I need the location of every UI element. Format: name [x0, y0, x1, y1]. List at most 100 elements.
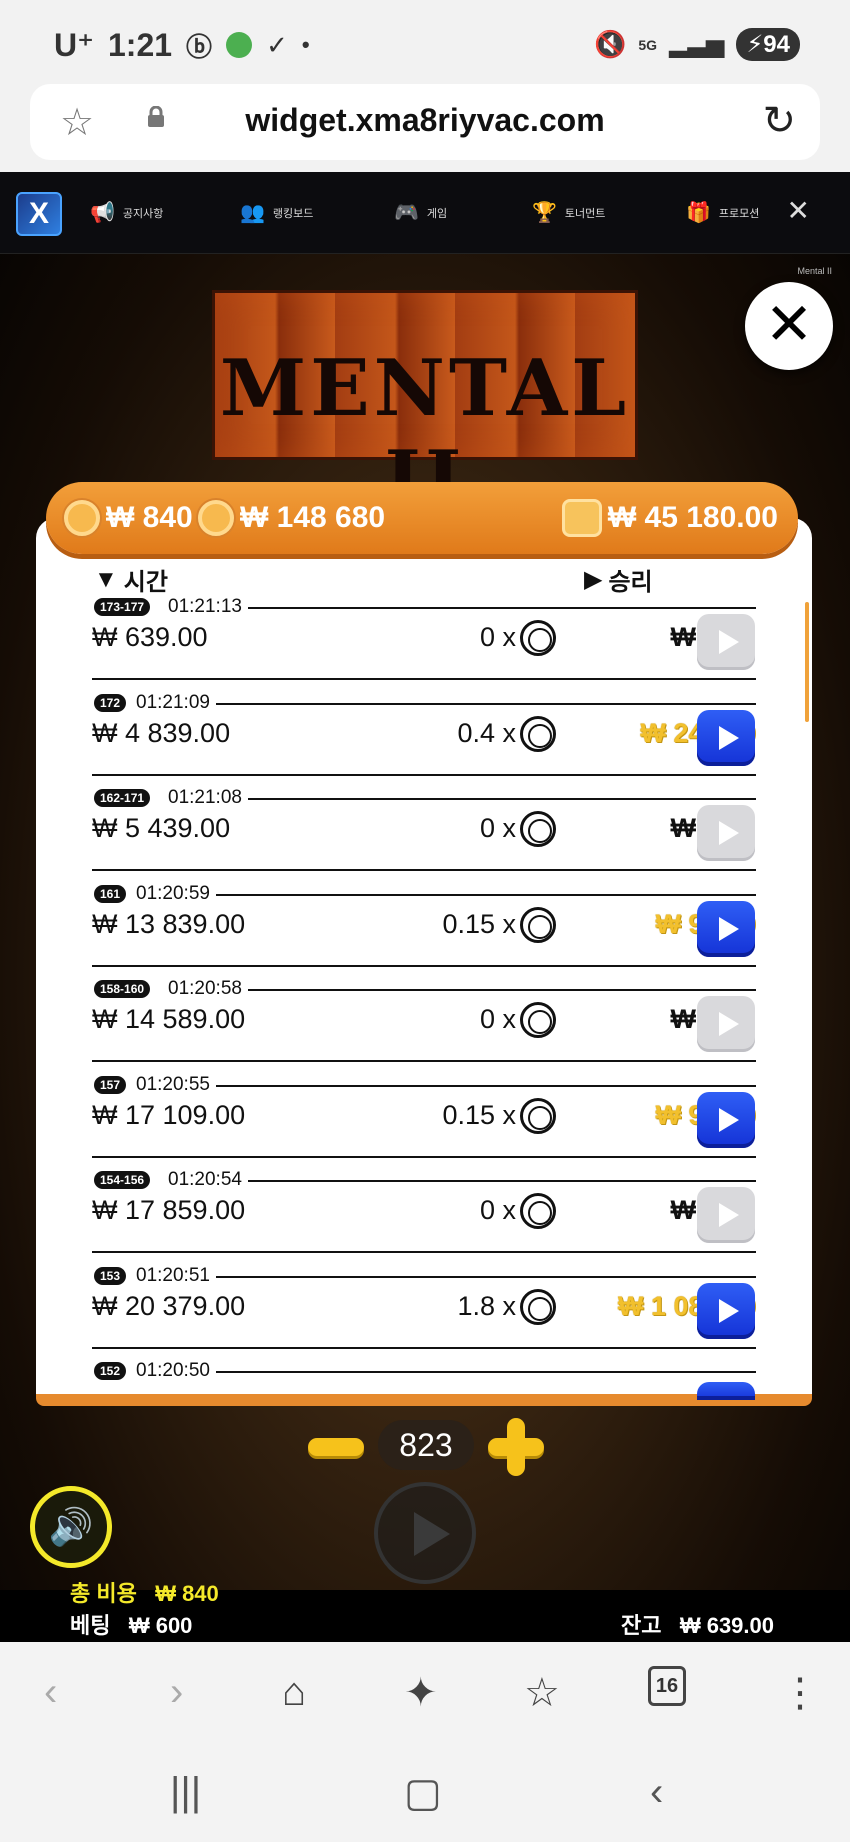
bookmarks-icon[interactable]: ☆ [524, 1670, 560, 1716]
row-divider [132, 1084, 756, 1087]
close-history-button[interactable]: ✕ [745, 282, 833, 370]
reload-icon[interactable]: ↻ [762, 98, 796, 144]
replay-button[interactable] [697, 1282, 755, 1339]
row-bet: ₩ 17 109.00 [92, 1099, 246, 1130]
round-time: 01:21:13 [164, 596, 248, 618]
round-badge: 158-160 [94, 980, 151, 998]
quantity-stepper: 823 [308, 1414, 544, 1478]
play-button[interactable] [374, 1482, 476, 1584]
coin-icon [520, 811, 556, 847]
row-separator [92, 773, 756, 776]
sound-toggle-button[interactable]: 🔊 [30, 1486, 112, 1568]
replay-button[interactable] [697, 1091, 755, 1148]
row-divider [132, 702, 756, 705]
nav-item-tournament[interactable]: 🏆 토너먼트 [532, 200, 605, 225]
replay-button[interactable] [697, 805, 755, 861]
coin-icon [520, 1288, 556, 1325]
trophy-icon: 🏆 [532, 202, 557, 224]
sparkle-icon[interactable]: ✦ [404, 1670, 438, 1716]
nav-item-promotion[interactable]: 🎁 프로모션 [686, 200, 759, 225]
total-cost: 총 비용 ₩ 840 [70, 1576, 219, 1608]
coins-total-value: ₩ 148 680 [240, 501, 386, 534]
row-divider [132, 893, 756, 896]
nav-item-label: 게임 [426, 207, 448, 220]
history-scrollbar[interactable] [805, 602, 809, 722]
replay-button[interactable] [697, 709, 755, 766]
stepper-value[interactable]: 823 [378, 1420, 474, 1470]
row-separator [92, 678, 756, 680]
forward-icon[interactable]: › [170, 1670, 183, 1715]
dot-icon: • [301, 32, 310, 57]
history-row: 16101:20:59₩ 13 839.000.15 x₩ 90.00 [92, 879, 756, 975]
system-nav-bar: ||| ▢ ‹ [0, 1746, 850, 1842]
nav-item-label: 프로모션 [718, 207, 760, 220]
round-time: 01:20:58 [164, 978, 248, 1000]
game-name-tag: Mental II [797, 266, 832, 276]
nav-item-notice[interactable]: 📢 공지사항 [90, 200, 163, 225]
row-multiplier: 0.15 x [442, 1099, 516, 1130]
bet-value: ₩ 600 [128, 1613, 193, 1638]
row-multiplier: 1.8 x [457, 1290, 516, 1321]
nav-item-label: 공지사항 [122, 207, 164, 220]
url-text[interactable]: widget.xma8riyvac.com [30, 102, 820, 139]
row-divider [164, 798, 756, 800]
row-bet: ₩ 17 859.00 [92, 1195, 246, 1225]
round-time: 01:20:55 [132, 1073, 216, 1096]
history-row: 158-16001:20:58₩ 14 589.000 x₩ 0.00 [92, 974, 756, 1070]
battery-indicator: ⚡94 [736, 28, 800, 61]
row-divider [132, 1371, 756, 1373]
gift-icon: 🎁 [686, 202, 711, 224]
round-badge: 161 [94, 884, 127, 903]
replay-button[interactable] [697, 614, 755, 670]
row-multiplier: 0 x [479, 1004, 516, 1034]
nav-item-ranking[interactable]: 👥 랭킹보드 [240, 200, 313, 225]
megaphone-icon: 📢 [90, 202, 115, 224]
carrier-label: U⁺ [54, 27, 94, 63]
tabs-button[interactable]: 16 [648, 1666, 686, 1706]
row-multiplier: 0.15 x [442, 908, 516, 939]
replay-button[interactable] [697, 1382, 755, 1400]
back-system-icon[interactable]: ‹ [650, 1770, 663, 1815]
wallet-icon [561, 499, 602, 537]
home-icon[interactable]: ⌂ [282, 1670, 306, 1715]
round-badge: 153 [94, 1266, 127, 1285]
round-time: 01:20:50 [132, 1360, 216, 1382]
nav-item-label: 랭킹보드 [272, 207, 314, 220]
more-menu-icon[interactable]: ⋮ [780, 1670, 820, 1716]
recent-apps-icon[interactable]: ||| [170, 1770, 201, 1815]
history-row: 162-17101:21:08₩ 5 439.000 x₩ 0.00 [92, 783, 756, 879]
plus-button-vertical[interactable] [507, 1418, 525, 1476]
row-separator [92, 964, 756, 967]
game-area: X 📢 공지사항 👥 랭킹보드 🎮 게임 🏆 토너먼트 🎁 프로모션 ✕ Men… [0, 172, 850, 1642]
bet-total-value: ₩ 840 [106, 501, 193, 534]
bet-label: 베팅 [70, 1613, 111, 1638]
row-bet: ₩ 13 839.00 [92, 908, 246, 939]
row-divider [164, 607, 756, 609]
url-bar[interactable]: ☆ widget.xma8riyvac.com ↻ [30, 84, 820, 160]
users-icon: 👥 [240, 202, 265, 224]
round-badge: 173-177 [94, 598, 151, 616]
round-badge: 162-171 [94, 789, 151, 807]
site-logo[interactable]: X [16, 192, 62, 236]
total-cost-value: ₩ 840 [155, 1581, 219, 1606]
row-bet: ₩ 20 379.00 [92, 1290, 246, 1321]
row-divider [132, 1275, 756, 1278]
round-badge: 154-156 [94, 1171, 151, 1189]
close-icon[interactable]: ✕ [787, 194, 810, 227]
mute-icon: 🔇 [594, 29, 627, 59]
coin-icon [520, 1097, 556, 1134]
wallet-total: ₩ 45 180.00 [561, 499, 778, 537]
row-multiplier: 0.4 x [457, 717, 516, 748]
minus-button[interactable] [308, 1438, 364, 1456]
replay-button[interactable] [697, 1187, 755, 1243]
coin-icon [198, 500, 234, 536]
replay-button[interactable] [697, 900, 755, 957]
coin-icon [520, 620, 556, 656]
network-label: 5G [638, 36, 658, 53]
bet-info: 베팅 ₩ 600 [70, 1608, 192, 1640]
home-system-icon[interactable]: ▢ [404, 1770, 442, 1816]
replay-button[interactable] [697, 996, 755, 1052]
back-icon[interactable]: ‹ [44, 1670, 57, 1715]
nav-item-game[interactable]: 🎮 게임 [394, 200, 447, 225]
coin-icon [520, 906, 556, 943]
